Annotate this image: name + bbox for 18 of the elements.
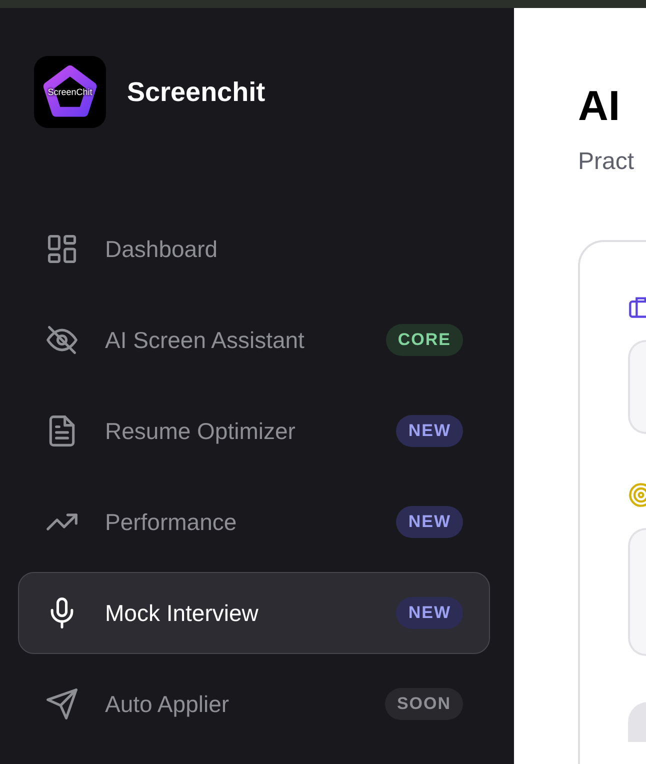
nav-item[interactable]: Resume Optimizer NEW [18, 390, 490, 472]
eye-off-icon [45, 323, 79, 357]
page-subtitle: Pract [578, 148, 636, 176]
status-badge: NEW [396, 506, 463, 538]
pentagon-ring-icon [43, 65, 97, 119]
brand-name: Screenchit [127, 76, 266, 108]
status-badge: NEW [396, 415, 463, 447]
status-badge: SOON [384, 688, 463, 720]
nav-item[interactable]: Dashboard [18, 208, 490, 290]
nav-item[interactable]: Performance NEW [18, 481, 490, 563]
nav-item[interactable]: Mock Interview NEW [18, 572, 490, 654]
dashboard-icon [45, 232, 79, 266]
nav-item[interactable]: AI Screen Assistant CORE [18, 299, 490, 381]
send-icon [45, 687, 79, 721]
nav-item[interactable]: Auto Applier SOON [18, 663, 490, 745]
page-title: AI [578, 82, 621, 130]
status-badge: CORE [386, 324, 463, 356]
status-badge: NEW [396, 597, 463, 629]
